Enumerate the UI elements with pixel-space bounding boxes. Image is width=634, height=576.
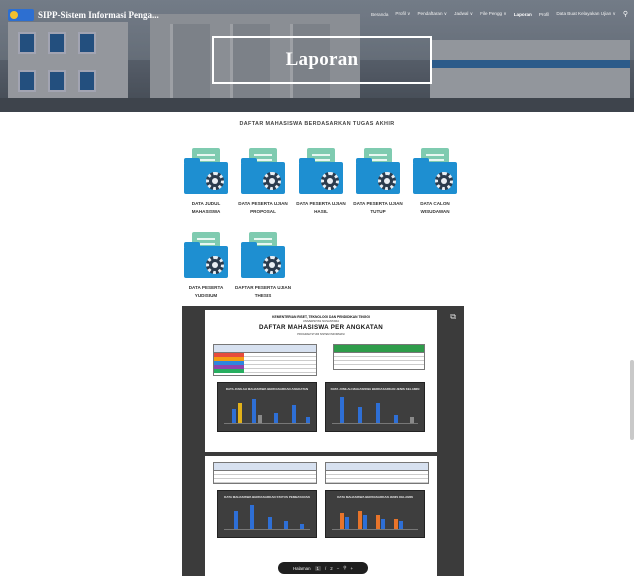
page-label: Halaman [292, 565, 311, 571]
open-external-icon[interactable]: ⧉ [450, 312, 456, 322]
folder-gear-icon [241, 148, 285, 194]
folder-gear-icon [241, 232, 285, 278]
pdf-page-1: KEMENTERIAN RISET, TEKNOLOGI DAN PENDIDI… [205, 310, 437, 452]
table-header [334, 345, 424, 353]
jenis-kelamin-table [333, 344, 425, 370]
page-subtitle: PROGRAM STUDI SISTEM INFORMASI [297, 333, 345, 336]
main-nav: Beranda Profil ∨ Pendaftaran ∨ Jadwal ∨ … [371, 10, 628, 18]
hero-title-box: Laporan [212, 36, 432, 84]
nav-item-file[interactable]: File Pengg ∨ [480, 11, 507, 17]
table-row [214, 479, 316, 483]
zoom-in-button[interactable]: + [350, 566, 353, 571]
report-card-label: DAFTAR PESERTA UJIAN THESIS [234, 285, 292, 298]
page-separator: / [324, 565, 327, 571]
pdf-page-2: DATA MAHASISWA BERDASARKAN STATUS PEMBAY… [205, 456, 437, 576]
chart-jenis-kelamin-2: DATA MAHASISWA BERDASARKAN JENIS KELAMIN [325, 490, 425, 538]
nav-item-laporan[interactable]: Laporan [514, 12, 532, 17]
site-title: SIPP-Sistem Informasi Penga... [38, 10, 159, 20]
page-heading-university: UNIVERSITAS NUSANTARA [302, 319, 340, 323]
nav-item-pendaftaran[interactable]: Pendaftaran ∨ [417, 11, 447, 17]
nav-item-beranda[interactable]: Beranda [371, 12, 388, 17]
nav-item-jadwal[interactable]: Jadwal ∨ [454, 11, 473, 17]
report-card-ujian-thesis[interactable]: DAFTAR PESERTA UJIAN THESIS [228, 232, 298, 299]
search-icon[interactable]: ⚲ [623, 10, 628, 18]
zoom-out-button[interactable]: − [337, 566, 340, 571]
pdf-viewer[interactable]: ⧉ KEMENTERIAN RISET, TEKNOLOGI DAN PENDI… [182, 306, 464, 576]
nav-item-profil[interactable]: Profil [539, 12, 549, 17]
report-card-label: DATA CALON WISUDAWAN [420, 201, 450, 214]
hero-banner: SIPP-Sistem Informasi Penga... Beranda P… [0, 0, 634, 112]
nav-item-data-kelayakan[interactable]: Data Buat Kelayakan Ujian ∨ [556, 11, 616, 17]
chart-status-pembayaran: DATA MAHASISWA BERDASARKAN STATUS PEMBAY… [217, 490, 317, 538]
pdf-toolbar: Halaman 1 / 2 − ⚲ + [278, 562, 368, 574]
table-row [326, 479, 428, 483]
angkatan-table [213, 344, 317, 376]
chart-angkatan: DATA JUMLAH MAHASISWA BERDASARKAN ANGKAT… [217, 382, 317, 432]
page-scrollbar[interactable] [630, 360, 634, 440]
zoom-icon[interactable]: ⚲ [343, 565, 346, 571]
section-title: DAFTAR MAHASISWA BERDASARKAN TUGAS AKHIR [239, 121, 395, 127]
chart-jenis-kelamin: DATA JUMLAH MAHASISWA BERDASARKAN JENIS … [325, 382, 425, 432]
table-header [326, 463, 428, 471]
table-row [214, 369, 316, 373]
site-logo [8, 9, 34, 21]
nav-item-profil-menu[interactable]: Profil ∨ [395, 11, 410, 17]
status-table [213, 462, 317, 484]
table-row [334, 361, 424, 365]
hero-title: Laporan [285, 49, 359, 70]
table-header [214, 345, 316, 353]
table-header [214, 463, 316, 471]
folder-gear-icon [299, 148, 343, 194]
folder-gear-icon [413, 148, 457, 194]
page-header: KEMENTERIAN RISET, TEKNOLOGI DAN PENDIDI… [205, 315, 437, 336]
site-brand[interactable]: SIPP-Sistem Informasi Penga... [8, 9, 159, 21]
gender-table [325, 462, 429, 484]
report-card-calon-wisudawan[interactable]: DATA CALON WISUDAWAN [400, 148, 470, 215]
folder-gear-icon [356, 148, 400, 194]
chart-title: DATA JUMLAH MAHASISWA BERDASARKAN ANGKAT… [225, 387, 309, 391]
folder-gear-icon [184, 148, 228, 194]
folder-gear-icon [184, 232, 228, 278]
chart-title: DATA MAHASISWA BERDASARKAN JENIS KELAMIN [337, 495, 413, 499]
page-title: DAFTAR MAHASISWA PER ANGKATAN [258, 324, 384, 331]
chart-title: DATA JUMLAH MAHASISWA BERDASARKAN JENIS … [330, 387, 420, 391]
top-navbar: SIPP-Sistem Informasi Penga... Beranda P… [0, 0, 634, 30]
chart-title: DATA MAHASISWA BERDASARKAN STATUS PEMBAY… [224, 495, 310, 499]
page-total: 2 [330, 565, 333, 571]
page-number-input[interactable]: 1 [314, 565, 321, 571]
